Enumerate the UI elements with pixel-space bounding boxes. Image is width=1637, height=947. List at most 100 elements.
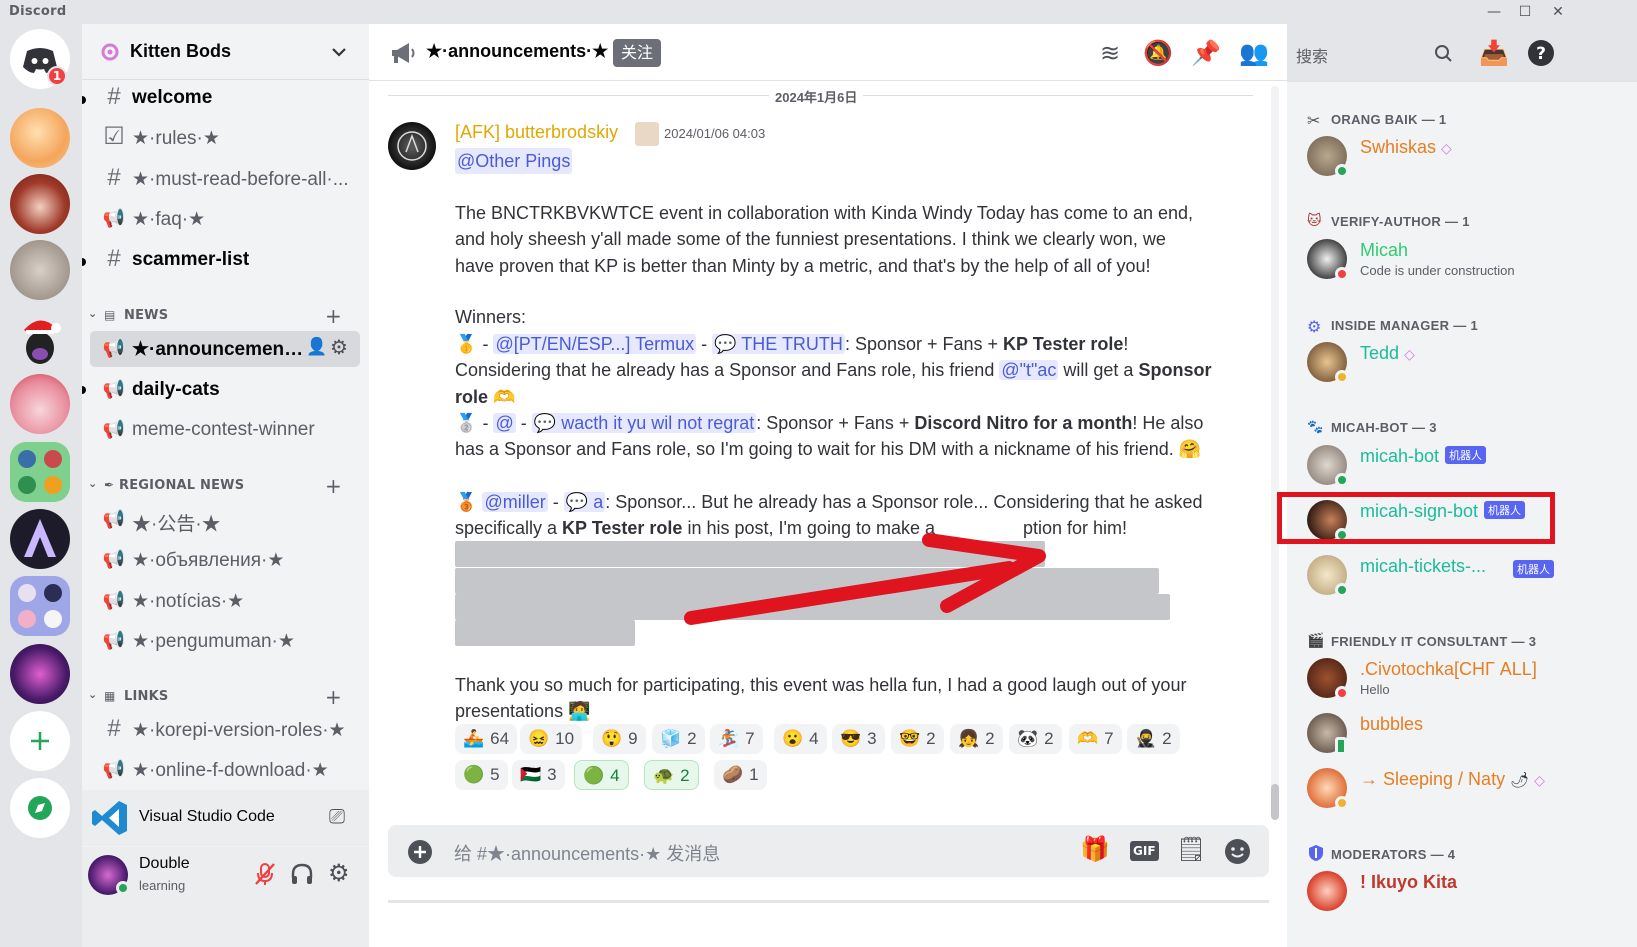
member-micah-tickets[interactable]: micah-tickets-... 机器人	[1303, 551, 1623, 599]
reaction-button[interactable]: 🤓 2	[891, 724, 944, 754]
scrollbar-track[interactable]	[1271, 86, 1279, 820]
channel-faq[interactable]: 📢 ★·faq·★	[90, 201, 360, 237]
server-icon-red-hat[interactable]	[10, 174, 70, 234]
headphones-icon[interactable]	[289, 861, 315, 887]
channel-mention[interactable]: 💬 wacth it yu wil not regrat	[531, 413, 757, 433]
reaction-button[interactable]: 🟢 5	[455, 760, 508, 790]
reaction-button[interactable]: 🐢 2	[644, 760, 699, 790]
add-channel-icon[interactable]: +	[325, 304, 342, 328]
gif-button[interactable]: GIF	[1130, 841, 1159, 861]
member-ikuyo-kita[interactable]: ! Ikuyo Kita	[1303, 867, 1623, 915]
server-icon-santa[interactable]	[10, 308, 70, 368]
add-attachment-icon[interactable]	[407, 839, 433, 865]
user-mention[interactable]: @"t"ac	[999, 360, 1059, 381]
channel-rules[interactable]: ☑ ★·rules·★	[90, 120, 360, 156]
scrollbar-thumb[interactable]	[1271, 784, 1279, 820]
close-button[interactable]: ✕	[1545, 1, 1571, 23]
reaction-button[interactable]: 😖 10	[520, 724, 583, 754]
reaction-button[interactable]: 🇵🇸 3	[512, 760, 565, 790]
member-micah-bot[interactable]: micah-bot 机器人	[1303, 441, 1623, 489]
server-icon-a-logo[interactable]	[10, 509, 70, 569]
channel-korepi-version-roles[interactable]: # ★·korepi-version-roles·★	[90, 712, 360, 748]
explore-servers-button[interactable]	[10, 778, 70, 838]
channel-announcements-ru[interactable]: 📢 ★·объявления·★	[90, 542, 360, 578]
message-input[interactable]: 给 #★·announcements·★ 发消息	[454, 840, 720, 866]
screen-share-icon[interactable]: ⎚	[329, 804, 345, 828]
role-mention[interactable]: @Other Pings	[455, 148, 573, 175]
reaction-button[interactable]: 👧 2	[950, 724, 1003, 754]
notification-mute-icon[interactable]: 🔕	[1143, 38, 1173, 68]
minimize-button[interactable]: —	[1481, 1, 1507, 23]
member-swhiskas[interactable]: Swhiskas ◇	[1303, 132, 1623, 180]
member-list-icon[interactable]: 👥	[1239, 38, 1269, 68]
threads-icon[interactable]: ≋	[1095, 38, 1125, 68]
member-civotochka[interactable]: .Civotochka[СНГ ALL] Hello	[1303, 654, 1623, 702]
sticker-icon[interactable]: 🗒	[1176, 835, 1206, 863]
channel-announcements-id[interactable]: 📢 ★·pengumuman·★	[90, 623, 360, 659]
channel-online-f-download[interactable]: 📢 ★·online-f-download·★	[90, 752, 360, 788]
reaction-button[interactable]: 🐼 2	[1009, 724, 1062, 754]
server-icon-cat[interactable]	[10, 240, 70, 300]
reaction-button[interactable]: 🥔 1	[714, 760, 767, 790]
gear-icon[interactable]: ⚙	[330, 335, 348, 360]
mute-mic-icon[interactable]	[252, 861, 278, 887]
rules-icon: ☑	[103, 123, 125, 150]
server-icon-yellow-girl[interactable]	[10, 108, 70, 168]
channel-scammer-list[interactable]: # scammer-list	[90, 242, 360, 278]
channel-must-read[interactable]: # ★·must-read-before-all·...	[90, 161, 360, 197]
gift-icon[interactable]: 🎁	[1080, 835, 1110, 863]
reaction-button[interactable]: 🚣 64	[455, 724, 518, 754]
channel-announcements[interactable]: 📢 ★·announcements... 👤 ⚙	[90, 331, 360, 367]
message-composer[interactable]: 给 #★·announcements·★ 发消息 🎁 GIF 🗒	[388, 825, 1269, 877]
member-micah[interactable]: Micah Code is under construction	[1303, 235, 1623, 283]
server-icon-purple-anime[interactable]	[10, 644, 70, 704]
maximize-button[interactable]: ☐	[1512, 1, 1538, 23]
category-news[interactable]: ⌄ ▤ NEWS +	[88, 304, 358, 328]
user-mention[interactable]: @	[493, 413, 516, 433]
reaction-button[interactable]: 🟢 4	[574, 760, 629, 790]
reaction-button[interactable]: 🏂 7	[710, 724, 763, 754]
reaction-button[interactable]: 🧊 2	[652, 724, 705, 754]
chevron-down-icon[interactable]	[331, 45, 347, 59]
category-links[interactable]: ⌄ ▦ LINKS +	[88, 685, 358, 709]
channel-welcome[interactable]: # welcome	[90, 80, 360, 116]
server-icon-pink-girl[interactable]	[10, 374, 70, 434]
channel-announcements-pt[interactable]: 📢 ★·notícias·★	[90, 583, 360, 619]
channel-mention[interactable]: 💬 a	[563, 492, 606, 512]
reaction-button[interactable]: 😮 4	[774, 724, 827, 754]
inbox-icon[interactable]: 📥	[1479, 38, 1509, 68]
reaction-button[interactable]: 🫶 7	[1069, 724, 1122, 754]
reaction-button[interactable]: 😎 3	[832, 724, 885, 754]
user-settings-icon[interactable]: ⚙	[328, 859, 350, 887]
help-icon[interactable]: ?	[1527, 39, 1555, 67]
channel-announcements-zh[interactable]: 📢 ★·公告·★	[90, 502, 360, 538]
member-bubbles[interactable]: bubbles	[1303, 709, 1623, 757]
add-channel-icon[interactable]: +	[325, 474, 342, 498]
search-input[interactable]: 搜索	[1288, 38, 1460, 68]
category-regional-news[interactable]: ⌄ ✒ REGIONAL NEWS +	[88, 474, 358, 498]
reaction-button[interactable]: 🥷 2	[1127, 724, 1180, 754]
follow-button[interactable]: 关注	[613, 39, 662, 67]
server-folder[interactable]	[10, 442, 70, 502]
member-naty[interactable]: → Sleeping / Naty 🌶 ◇	[1303, 764, 1623, 812]
member-tedd[interactable]: Tedd ◇	[1303, 338, 1623, 386]
user-mention[interactable]: @[PT/EN/ESP...] Termux	[493, 334, 697, 354]
reaction-count: 7	[745, 729, 755, 748]
channel-daily-cats[interactable]: 📢 daily-cats	[90, 372, 360, 408]
message-author[interactable]: [AFK] butterbrodskiy	[455, 122, 618, 143]
server-folder-2[interactable]	[10, 576, 70, 636]
author-avatar[interactable]	[388, 122, 436, 170]
pin-icon[interactable]: 📌	[1191, 38, 1221, 68]
invite-icon[interactable]: 👤	[306, 337, 327, 357]
username[interactable]: Double	[139, 855, 190, 873]
activity-panel[interactable]: Visual Studio Code ⎚	[82, 790, 369, 846]
add-channel-icon[interactable]: +	[325, 685, 342, 709]
annotation-highlight-box	[1277, 492, 1555, 544]
reaction-button[interactable]: 😲 9	[593, 724, 646, 754]
add-server-button[interactable]	[10, 711, 70, 771]
channel-mention[interactable]: 💬 THE TRUTH	[712, 334, 845, 354]
server-header[interactable]: Kitten Bods	[82, 24, 369, 80]
emoji-icon[interactable]	[1224, 838, 1251, 865]
user-mention[interactable]: @miller	[482, 492, 548, 512]
channel-meme-contest-winner[interactable]: 📢 meme-contest-winner	[90, 412, 360, 448]
